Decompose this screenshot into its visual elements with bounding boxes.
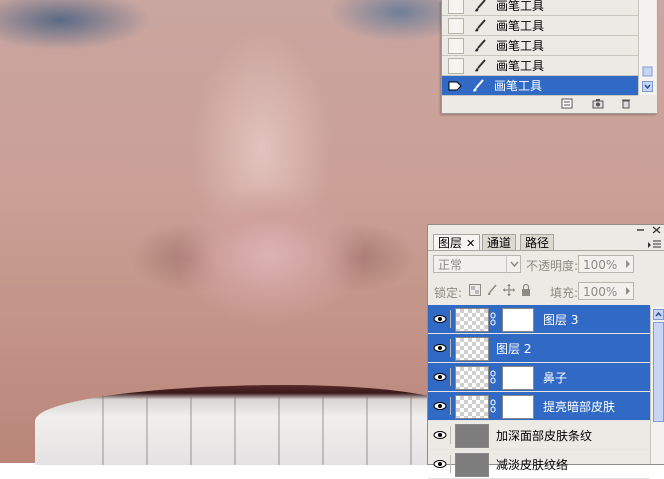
panel-collapse-icon[interactable] bbox=[636, 228, 645, 232]
layer-thumbnail[interactable] bbox=[455, 337, 489, 361]
panel-menu-icon[interactable] bbox=[647, 239, 662, 249]
history-item[interactable]: 画笔工具 bbox=[442, 36, 638, 56]
snapshot-source-checkbox[interactable] bbox=[448, 0, 464, 14]
layer-thumbnail[interactable] bbox=[455, 308, 489, 332]
history-item-label: 画笔工具 bbox=[496, 39, 545, 53]
scroll-thumb[interactable] bbox=[653, 322, 664, 422]
opacity-slider-arrow-icon[interactable] bbox=[622, 255, 634, 273]
layer-thumbnail[interactable] bbox=[455, 424, 489, 448]
lock-all-icon[interactable] bbox=[520, 284, 532, 296]
layer-mask-thumbnail[interactable] bbox=[502, 308, 534, 332]
trash-icon[interactable] bbox=[620, 98, 632, 109]
layer-name: 图层 3 bbox=[543, 313, 579, 327]
panel-close-icon[interactable] bbox=[652, 226, 661, 234]
layer-name: 图层 2 bbox=[496, 342, 532, 356]
eye-icon[interactable] bbox=[430, 455, 451, 473]
snapshot-source-checkbox[interactable] bbox=[448, 17, 464, 34]
brush-icon bbox=[475, 58, 486, 71]
eye-icon[interactable] bbox=[430, 310, 451, 328]
tab-label: 通道 bbox=[487, 236, 512, 250]
layer-name: 加深面部皮肤条纹 bbox=[496, 429, 593, 443]
lock-transparent-pixels-icon[interactable] bbox=[469, 284, 481, 296]
layers-scrollbar[interactable] bbox=[650, 307, 664, 464]
layer-mask-thumbnail[interactable] bbox=[502, 366, 534, 390]
history-item-selected[interactable]: 画笔工具 bbox=[442, 76, 638, 96]
photo-teeth-detail bbox=[60, 395, 440, 465]
history-item[interactable]: 画笔工具 bbox=[442, 0, 638, 16]
tab-close-icon[interactable]: ✕ bbox=[466, 237, 475, 250]
chain-link-icon[interactable] bbox=[490, 370, 496, 384]
history-scrollbar[interactable] bbox=[638, 0, 656, 95]
layer-thumbnail[interactable] bbox=[455, 366, 489, 390]
layer-row[interactable]: 提亮暗部皮肤 bbox=[428, 392, 650, 421]
layer-thumbnail[interactable] bbox=[455, 453, 489, 477]
scroll-thumb-icon[interactable] bbox=[642, 66, 653, 77]
layer-row[interactable]: 减淡皮肤纹络 bbox=[428, 450, 650, 479]
layer-row[interactable]: 图层 2 bbox=[428, 334, 650, 363]
tab-divider bbox=[428, 250, 664, 251]
brush-icon bbox=[475, 18, 486, 31]
fill-label: 填充: bbox=[550, 286, 579, 300]
layer-row[interactable]: 加深面部皮肤条纹 bbox=[428, 421, 650, 450]
chevron-up-icon[interactable] bbox=[653, 309, 664, 320]
tab-label: 路径 bbox=[525, 236, 550, 250]
chevron-down-icon[interactable] bbox=[642, 81, 653, 92]
layer-thumbnail[interactable] bbox=[455, 395, 489, 419]
layer-name: 提亮暗部皮肤 bbox=[543, 400, 616, 414]
snapshot-source-checkbox[interactable] bbox=[448, 57, 464, 74]
layer-name: 减淡皮肤纹络 bbox=[496, 458, 569, 472]
tab-label: 图层 bbox=[438, 236, 463, 250]
snapshot-camera-icon[interactable] bbox=[592, 98, 604, 109]
eye-icon[interactable] bbox=[430, 339, 451, 357]
layer-row[interactable]: 鼻子 bbox=[428, 363, 650, 392]
layer-name: 鼻子 bbox=[543, 371, 568, 385]
history-item-label: 画笔工具 bbox=[496, 59, 545, 73]
lock-label: 锁定: bbox=[434, 286, 463, 300]
fill-slider-arrow-icon[interactable] bbox=[622, 282, 634, 300]
eye-icon[interactable] bbox=[430, 397, 451, 415]
history-panel: 画笔工具 画笔工具 画笔工具 画笔工具 画笔工具 bbox=[441, 0, 657, 114]
brush-icon bbox=[475, 0, 486, 11]
tab-paths[interactable]: 路径 bbox=[520, 234, 555, 251]
history-item-label: 画笔工具 bbox=[496, 19, 545, 33]
brush-icon bbox=[473, 78, 484, 91]
lock-position-icon[interactable] bbox=[503, 284, 515, 296]
history-item-label: 画笔工具 bbox=[494, 79, 543, 93]
history-item[interactable]: 画笔工具 bbox=[442, 16, 638, 36]
chain-link-icon[interactable] bbox=[490, 399, 496, 413]
chain-link-icon[interactable] bbox=[490, 312, 496, 326]
layer-mask-thumbnail[interactable] bbox=[502, 395, 534, 419]
chevron-down-icon[interactable] bbox=[506, 255, 522, 273]
layers-panel: 图层 ✕ 通道 路径 正常 不透明度: 100% 锁定: 填充: 100% 图层 … bbox=[427, 224, 664, 479]
lock-image-pixels-icon[interactable] bbox=[486, 284, 498, 296]
layer-row[interactable]: 图层 3 bbox=[428, 305, 650, 334]
brush-icon bbox=[475, 38, 486, 51]
history-item-label: 画笔工具 bbox=[496, 0, 545, 13]
tab-channels[interactable]: 通道 bbox=[482, 234, 517, 251]
history-item[interactable]: 画笔工具 bbox=[442, 56, 638, 76]
opacity-label: 不透明度: bbox=[526, 259, 579, 273]
eye-icon[interactable] bbox=[430, 368, 451, 386]
history-state-marker-icon bbox=[448, 81, 462, 90]
eye-icon[interactable] bbox=[430, 426, 451, 444]
snapshot-source-checkbox[interactable] bbox=[448, 37, 464, 54]
tab-layers[interactable]: 图层 ✕ bbox=[433, 234, 481, 251]
new-document-icon[interactable] bbox=[561, 98, 573, 109]
